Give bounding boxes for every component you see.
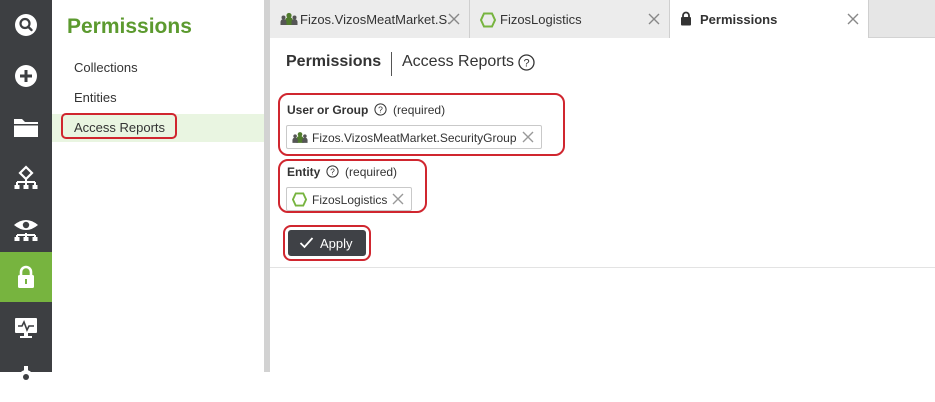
nav-title: Permissions — [67, 15, 192, 38]
tab-label: Permissions — [700, 12, 778, 27]
entity-highlight — [278, 159, 427, 213]
add-icon — [15, 65, 37, 87]
tab-security-group[interactable]: Fizos.VizosMeatMarket.S... — [270, 0, 470, 38]
rail-hierarchy-button[interactable] — [0, 153, 52, 203]
page-subtitle: Access Reports — [402, 53, 515, 70]
folder-icon — [14, 119, 38, 137]
rail-view-button[interactable] — [0, 204, 52, 254]
tab-bar: Fizos.VizosMeatMarket.S... FizosLogistic… — [270, 0, 935, 39]
main-content: Permissions Access Reports ? User or Gro… — [270, 38, 935, 372]
icon-rail — [0, 0, 52, 388]
view-icon — [14, 220, 38, 241]
rail-permissions-button[interactable] — [0, 252, 52, 302]
nav-item-entities[interactable]: Entities — [52, 84, 264, 112]
tab-permissions[interactable]: Permissions — [670, 0, 869, 39]
rail-settings-button[interactable] — [0, 352, 52, 402]
help-icon[interactable]: ? — [518, 54, 535, 76]
monitor-icon — [15, 318, 37, 338]
hierarchy-icon — [14, 165, 38, 189]
close-icon[interactable] — [447, 12, 461, 26]
settings-icon — [15, 366, 37, 388]
user-group-highlight — [278, 93, 565, 156]
nav-item-collections[interactable]: Collections — [52, 54, 264, 82]
apply-highlight — [283, 225, 371, 261]
group-icon — [280, 12, 298, 29]
lock-icon — [18, 265, 34, 288]
page-title: Permissions — [286, 53, 382, 70]
tab-fizos-logistics[interactable]: FizosLogistics — [470, 0, 670, 38]
close-icon[interactable] — [647, 12, 661, 26]
title-divider — [391, 52, 392, 76]
rail-monitor-button[interactable] — [0, 303, 52, 353]
tab-label: FizosLogistics — [500, 12, 582, 27]
lock-icon — [680, 11, 692, 29]
permissions-nav-panel: Permissions Collections Entities Access … — [52, 0, 264, 372]
access-reports-highlight — [61, 113, 177, 139]
tab-label: Fizos.VizosMeatMarket.S... — [300, 12, 450, 27]
divider — [270, 267, 935, 268]
rail-search-button[interactable] — [0, 0, 52, 50]
rail-collections-button[interactable] — [0, 102, 52, 152]
svg-text:?: ? — [523, 58, 529, 70]
rail-add-button[interactable] — [0, 51, 52, 101]
close-icon[interactable] — [846, 12, 860, 26]
search-icon — [15, 14, 37, 36]
entity-hexagon-icon — [479, 12, 497, 31]
